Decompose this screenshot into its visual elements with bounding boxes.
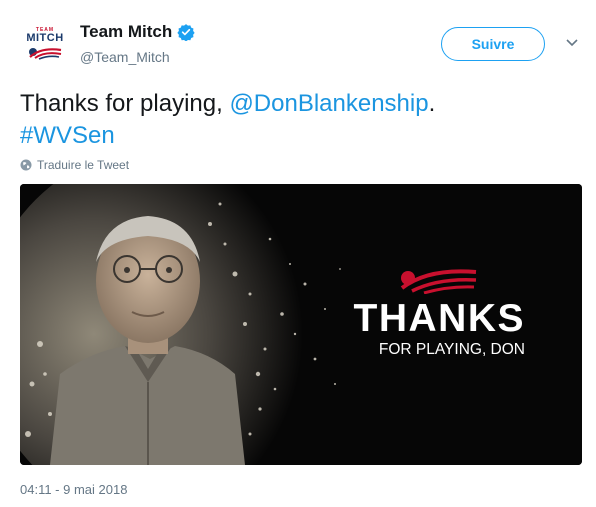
mention-link[interactable]: @DonBlankenship — [229, 90, 428, 117]
avatar[interactable]: TEAM MITCH — [20, 20, 70, 70]
translate-tweet-link[interactable]: Traduire le Tweet — [20, 158, 129, 172]
tweet-text: Thanks for playing, @DonBlankenship. #WV… — [20, 88, 580, 152]
image-headline: THANKS — [353, 297, 525, 340]
hashtag-link[interactable]: #WVSen — [20, 122, 115, 149]
translate-label: Traduire le Tweet — [37, 158, 130, 172]
display-name[interactable]: Team Mitch — [80, 22, 172, 42]
flag-swoosh-icon — [29, 48, 62, 60]
tweet-timestamp[interactable]: 04:11 - 9 mai 2018 — [20, 482, 127, 497]
image-subline: FOR PLAYING, DON — [378, 341, 525, 358]
avatar-logo-text: MITCH — [26, 32, 64, 44]
account-info: Team Mitch @Team_Mitch — [80, 22, 195, 65]
tweet-text-part: Thanks for playing, — [20, 90, 230, 117]
user-handle[interactable]: @Team_Mitch — [80, 49, 195, 65]
globe-icon — [20, 159, 32, 171]
swoosh-logo-icon — [400, 269, 477, 294]
follow-button[interactable]: Suivre — [441, 27, 545, 61]
tweet-image[interactable]: THANKS FOR PLAYING, DON — [20, 184, 582, 465]
verified-badge-icon — [177, 24, 195, 41]
chevron-down-icon[interactable] — [565, 38, 579, 48]
tweet-text-part: . — [428, 90, 436, 117]
